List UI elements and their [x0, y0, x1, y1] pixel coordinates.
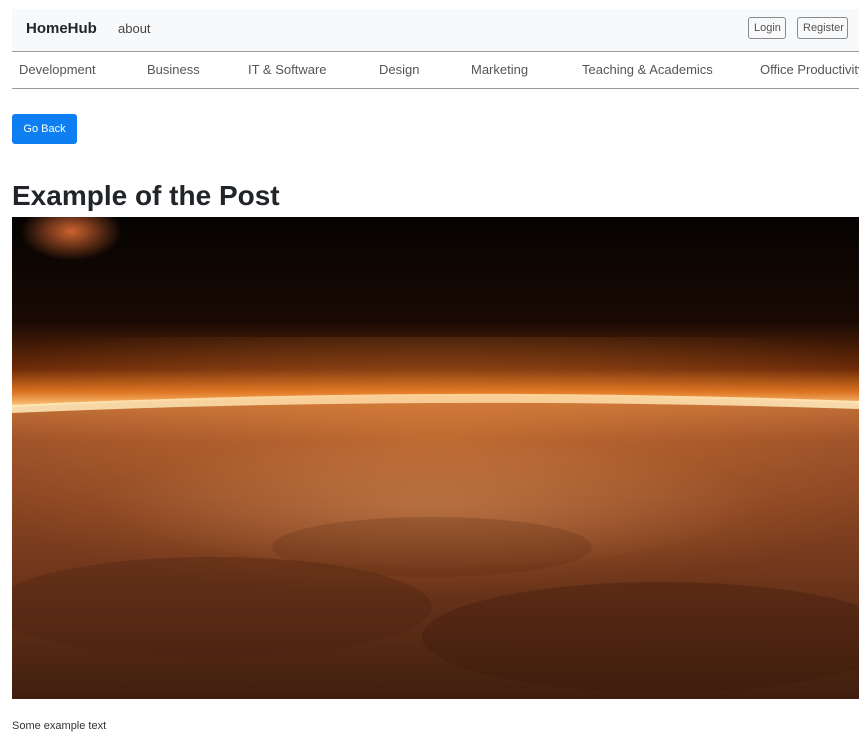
post-body-text: Some example text [12, 720, 107, 732]
go-back-button[interactable]: Go Back [12, 114, 77, 144]
post-image [12, 217, 859, 699]
login-button[interactable]: Login [748, 17, 786, 39]
category-it-software[interactable]: IT & Software [248, 62, 327, 77]
register-button[interactable]: Register [797, 17, 848, 39]
category-bar: Development Business IT & Software Desig… [12, 51, 859, 89]
category-business[interactable]: Business [147, 62, 200, 77]
category-teaching-academics[interactable]: Teaching & Academics [582, 62, 713, 77]
category-design[interactable]: Design [379, 62, 419, 77]
post-title: Example of the Post [12, 180, 280, 211]
category-marketing[interactable]: Marketing [471, 62, 528, 77]
top-navbar: HomeHub about Login Register [12, 9, 859, 51]
category-development[interactable]: Development [19, 62, 96, 77]
category-office-productivity[interactable]: Office Productivity [760, 62, 859, 77]
nav-link-about[interactable]: about [118, 21, 151, 36]
brand-logo[interactable]: HomeHub [26, 20, 97, 37]
